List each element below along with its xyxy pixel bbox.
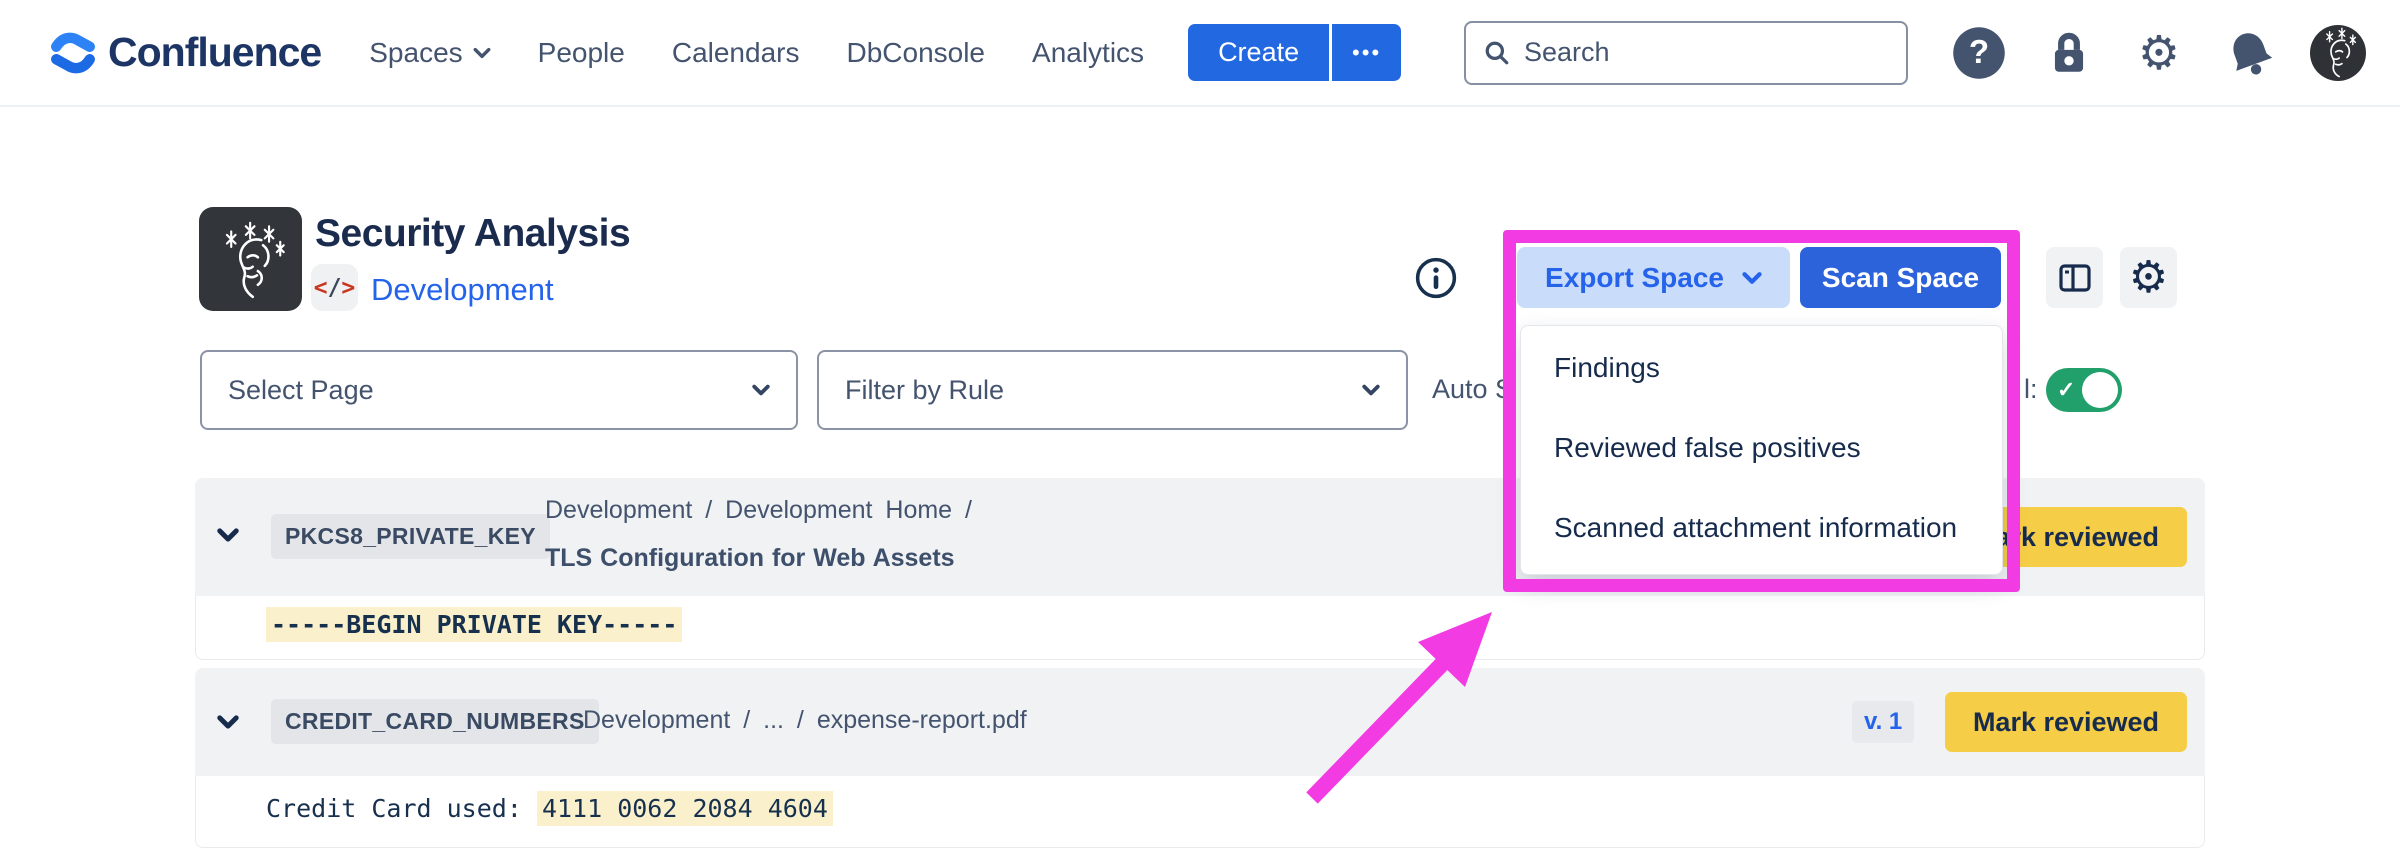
gear-icon: ⚙: [2129, 256, 2168, 300]
info-button[interactable]: [1414, 255, 1458, 301]
info-icon: [1415, 257, 1457, 299]
finding-breadcrumb[interactable]: Development / ... / expense-report.pdf: [583, 706, 1027, 735]
nav-icon-cluster: ? ⚙: [1950, 24, 2366, 82]
version-badge[interactable]: v. 1: [1852, 701, 1914, 743]
space-settings-button[interactable]: ⚙: [2120, 247, 2177, 308]
svg-text:?: ?: [1969, 33, 1989, 70]
snippet-text: Credit Card used: 4111 0062 2084 4604: [266, 794, 833, 823]
avatar-face-illustration: [2310, 25, 2366, 81]
nav-item-calendars[interactable]: Calendars: [672, 37, 800, 69]
sensitive-match-highlight: -----BEGIN PRIVATE KEY-----: [266, 607, 682, 642]
toggle-knob: [2082, 372, 2118, 408]
help-icon: ?: [1952, 26, 2006, 80]
collapse-chevron-icon[interactable]: [217, 715, 239, 729]
menu-item-reviewed-false-positives[interactable]: Reviewed false positives: [1521, 408, 2002, 488]
confluence-logo-icon: [50, 30, 96, 76]
collapse-chevron-icon[interactable]: [217, 528, 239, 542]
space-breadcrumb-link[interactable]: Development: [371, 272, 554, 308]
search-icon: [1484, 40, 1510, 66]
export-space-button[interactable]: Export Space: [1517, 247, 1790, 308]
gear-icon: ⚙: [2138, 29, 2180, 76]
check-icon: ✓: [2057, 377, 2075, 403]
menu-item-findings[interactable]: Findings: [1521, 328, 2002, 408]
chevron-down-icon: [1362, 384, 1380, 396]
search-box[interactable]: [1464, 21, 1908, 85]
auto-scan-toggle[interactable]: ✓: [2046, 368, 2122, 412]
panels-icon: [2057, 260, 2093, 296]
top-nav: Confluence Spaces People Calendars DbCon…: [0, 0, 2400, 107]
snippet-text: -----BEGIN PRIVATE KEY-----: [266, 610, 682, 639]
bell-icon: [2223, 27, 2275, 79]
mark-reviewed-button[interactable]: Mark reviewed: [1945, 692, 2187, 752]
search-input[interactable]: [1524, 37, 1844, 68]
settings-button[interactable]: ⚙: [2130, 24, 2188, 82]
notifications-button[interactable]: [2220, 24, 2278, 82]
user-avatar[interactable]: [2310, 25, 2366, 81]
code-chip-icon: </>: [311, 264, 358, 311]
nav-item-spaces[interactable]: Spaces: [369, 37, 490, 69]
confluence-logo[interactable]: Confluence: [50, 29, 321, 76]
chevron-down-icon: [1742, 271, 1762, 285]
chevron-down-icon: [473, 47, 491, 59]
rule-badge: PKCS8_PRIVATE_KEY: [271, 514, 550, 559]
nav-links: Spaces People Calendars DbConsole Analyt…: [369, 37, 1144, 69]
finding-snippet: Credit Card used: 4111 0062 2084 4604: [195, 776, 2205, 848]
sidebar-toggle-button[interactable]: [2046, 247, 2103, 308]
select-page-dropdown[interactable]: Select Page: [200, 350, 798, 430]
rule-badge: CREDIT_CARD_NUMBERS: [271, 699, 599, 744]
scan-space-button[interactable]: Scan Space: [1800, 247, 2001, 308]
finding-header: CREDIT_CARD_NUMBERS Development / ... / …: [195, 668, 2205, 776]
logo-wordmark: Confluence: [108, 29, 321, 76]
nav-item-people[interactable]: People: [538, 37, 625, 69]
auto-scan-label-fragment: Auto S: [1432, 374, 1513, 405]
finding-breadcrumb[interactable]: Development / Development Home /: [545, 496, 972, 525]
create-split-button: Create •••: [1188, 24, 1401, 81]
export-space-menu: Findings Reviewed false positives Scanne…: [1520, 325, 2003, 575]
page-title: Security Analysis: [315, 212, 630, 256]
nav-item-dbconsole[interactable]: DbConsole: [846, 37, 985, 69]
finding-snippet: -----BEGIN PRIVATE KEY-----: [195, 596, 2205, 660]
ellipsis-icon: •••: [1352, 40, 1381, 66]
finding-page-title[interactable]: TLS Configuration for Web Assets: [545, 544, 955, 573]
menu-item-scanned-attachment-information[interactable]: Scanned attachment information: [1521, 488, 2002, 568]
help-button[interactable]: ?: [1950, 24, 2008, 82]
space-avatar[interactable]: [199, 207, 302, 311]
space-face-illustration: [208, 215, 294, 303]
auto-scan-label-fragment-end: l:: [2024, 374, 2038, 405]
finding-item: CREDIT_CARD_NUMBERS Development / ... / …: [195, 668, 2205, 848]
restrictions-button[interactable]: [2040, 24, 2098, 82]
filter-by-rule-dropdown[interactable]: Filter by Rule: [817, 350, 1408, 430]
nav-item-analytics[interactable]: Analytics: [1032, 37, 1144, 69]
lock-icon: [2044, 28, 2094, 78]
create-button[interactable]: Create: [1188, 24, 1329, 81]
sensitive-match-highlight: 4111 0062 2084 4604: [537, 791, 833, 826]
create-more-button[interactable]: •••: [1332, 24, 1401, 81]
chevron-down-icon: [752, 384, 770, 396]
